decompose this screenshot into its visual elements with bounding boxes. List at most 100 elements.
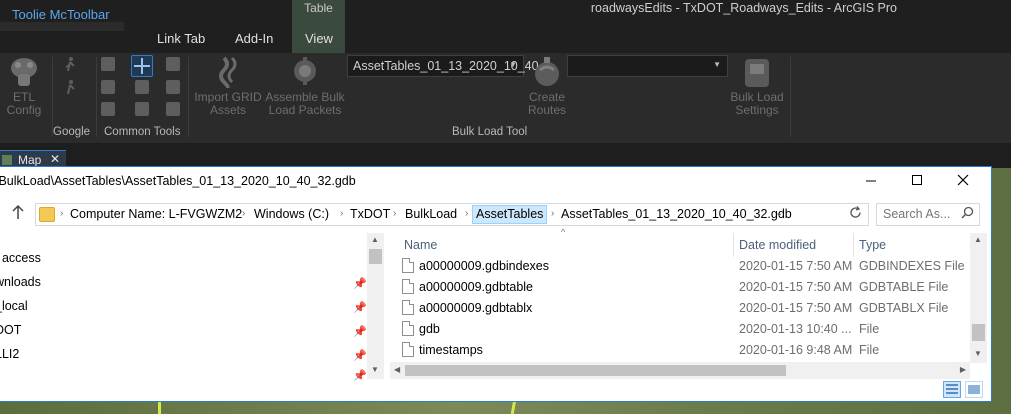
details-view-icon xyxy=(946,384,958,394)
chevron-right-icon: › xyxy=(551,208,555,219)
asset-tables-select[interactable]: AssetTables_01_13_2020_10_40 ▼ xyxy=(347,55,539,77)
column-header-name[interactable]: Name xyxy=(404,238,437,252)
chevron-right-icon: › xyxy=(60,208,64,219)
refresh-button[interactable] xyxy=(849,206,862,222)
file-icon xyxy=(402,279,414,294)
etl-config-button[interactable]: ETL Config xyxy=(2,56,46,117)
context-tab-group-label: Table xyxy=(304,1,333,15)
move-tool-icon[interactable] xyxy=(131,55,153,77)
import-grid-icon xyxy=(219,56,237,88)
ribbon-separator xyxy=(188,57,189,137)
file-date: 2020-01-15 7:50 AM xyxy=(739,301,853,315)
file-row[interactable]: a00000009.gdbindexes 2020-01-15 7:50 AM … xyxy=(390,256,971,277)
file-list-horizontal-scrollbar[interactable]: ◀ ▶ xyxy=(390,362,970,379)
file-date: 2020-01-15 7:50 AM xyxy=(739,259,853,273)
pin-icon: 📌 xyxy=(353,302,367,314)
nav-scroll-thumb[interactable] xyxy=(369,249,382,264)
nav-item-txdot[interactable]: DOT xyxy=(0,323,21,343)
save-tool-icon[interactable] xyxy=(166,102,180,116)
details-view-button[interactable] xyxy=(943,381,961,398)
chevron-right-icon: › xyxy=(242,208,246,219)
horizontal-scroll-thumb[interactable] xyxy=(405,365,786,376)
breadcrumb-txdot[interactable]: TxDOT xyxy=(347,207,393,221)
group-label-google: Google xyxy=(53,126,91,138)
tab-view[interactable]: View xyxy=(305,31,333,46)
tab-add-in[interactable]: Add-In xyxy=(235,31,273,46)
layer-tool-icon[interactable] xyxy=(166,80,180,94)
chevron-right-icon: › xyxy=(393,208,397,219)
map-tab-label: Map xyxy=(18,153,42,167)
breadcrumb-bulkload[interactable]: BulkLoad xyxy=(402,207,460,221)
scroll-up-icon[interactable]: ▲ xyxy=(974,235,982,244)
nav-item-downloads[interactable]: wnloads xyxy=(0,275,41,295)
refresh-icon xyxy=(850,206,861,218)
file-row[interactable]: a00000009.gdbtablx 2020-01-15 7:50 AM GD… xyxy=(390,298,971,319)
walker-icon[interactable] xyxy=(63,57,77,72)
group-label-common-tools: Common Tools xyxy=(104,126,181,138)
pointer-tool-icon[interactable] xyxy=(135,102,149,116)
breadcrumb-assettables[interactable]: AssetTables xyxy=(472,205,548,224)
create-routes-button[interactable]: Create Routes xyxy=(520,56,574,117)
address-bar[interactable]: › Computer Name: L-FVGWZM2 › Windows (C:… xyxy=(35,203,869,226)
import-grid-label: Import GRID Assets xyxy=(194,90,262,117)
column-header-type[interactable]: Type xyxy=(859,238,886,252)
select-tool-icon[interactable] xyxy=(101,57,115,71)
grid-tool-icon[interactable] xyxy=(101,102,115,116)
scroll-left-icon[interactable]: ◀ xyxy=(394,365,400,374)
address-row: › Computer Name: L-FVGWZM2 › Windows (C:… xyxy=(0,201,991,227)
bulk-load-settings-button[interactable]: Bulk Load Settings xyxy=(725,56,789,117)
file-type: File xyxy=(859,343,880,357)
edit-tool-icon[interactable] xyxy=(135,80,149,94)
large-icons-view-button[interactable] xyxy=(965,381,983,398)
assemble-bulk-load-button[interactable]: Assemble Bulk Load Packets xyxy=(264,56,346,117)
file-explorer-window: \BulkLoad\AssetTables\AssetTables_01_13_… xyxy=(0,166,992,402)
pin-icon: 📌 xyxy=(353,350,367,362)
scroll-down-icon[interactable]: ▼ xyxy=(371,365,379,374)
chevron-down-icon: ▼ xyxy=(713,60,721,69)
nav-item-quick-access[interactable]: t access xyxy=(0,251,41,271)
walker-alt-icon[interactable] xyxy=(63,80,77,95)
map-icon xyxy=(2,155,12,165)
file-date: 2020-01-16 9:48 AM xyxy=(739,343,853,357)
file-name: gdb xyxy=(419,322,440,336)
nav-item-lli2[interactable]: LLI2 xyxy=(0,347,19,367)
breadcrumb-computer[interactable]: Computer Name: L-FVGWZM2 xyxy=(67,207,245,221)
search-box[interactable] xyxy=(876,203,980,226)
import-grid-assets-button[interactable]: Import GRID Assets xyxy=(193,56,263,117)
maximize-button[interactable] xyxy=(894,167,940,197)
file-row[interactable]: a00000009.gdbtable 2020-01-15 7:50 AM GD… xyxy=(390,277,971,298)
file-row[interactable]: timestamps 2020-01-16 9:48 AM File xyxy=(390,340,971,361)
breadcrumb-windows-c[interactable]: Windows (C:) xyxy=(251,207,332,221)
scroll-down-icon[interactable]: ▼ xyxy=(974,349,982,358)
column-header-date[interactable]: Date modified xyxy=(739,238,816,252)
vertical-scroll-thumb[interactable] xyxy=(972,324,985,341)
close-icon[interactable]: ✕ xyxy=(50,152,60,166)
file-list-vertical-scrollbar[interactable]: ▲ ▼ xyxy=(970,233,987,363)
secondary-select[interactable]: ▼ xyxy=(567,55,728,77)
nav-scrollbar[interactable]: ▲ ▼ xyxy=(367,233,384,379)
file-row[interactable]: gdb 2020-01-13 10:40 ... File xyxy=(390,319,971,340)
table-tool-icon[interactable] xyxy=(166,57,180,71)
file-name: a00000009.gdbindexes xyxy=(419,259,549,273)
chevron-down-icon[interactable]: ⌄ xyxy=(775,208,783,219)
breadcrumb-gdb[interactable]: AssetTables_01_13_2020_10_40_32.gdb xyxy=(558,207,795,221)
globe-icon xyxy=(535,57,559,86)
up-button[interactable] xyxy=(11,204,27,224)
search-input[interactable] xyxy=(883,207,961,221)
nav-item-local[interactable]: _local xyxy=(0,299,28,319)
search-icon xyxy=(961,206,974,222)
pin-icon: 📌 xyxy=(353,370,367,382)
column-divider[interactable] xyxy=(853,233,854,257)
map-tab-strip xyxy=(0,143,1011,168)
column-divider[interactable] xyxy=(733,233,734,257)
assemble-bulk-label: Assemble Bulk Load Packets xyxy=(265,90,345,117)
tab-link-tab[interactable]: Link Tab xyxy=(157,31,205,46)
file-name: a00000009.gdbtable xyxy=(419,280,534,294)
ribbon-separator xyxy=(96,57,97,137)
file-list: Name Date modified Type a00000009.gdbind… xyxy=(390,233,971,379)
close-button[interactable] xyxy=(940,167,986,197)
scroll-right-icon[interactable]: ▶ xyxy=(960,365,966,374)
cut-tool-icon[interactable] xyxy=(101,80,115,94)
minimize-button[interactable] xyxy=(848,167,894,197)
scroll-up-icon[interactable]: ▲ xyxy=(371,235,379,244)
